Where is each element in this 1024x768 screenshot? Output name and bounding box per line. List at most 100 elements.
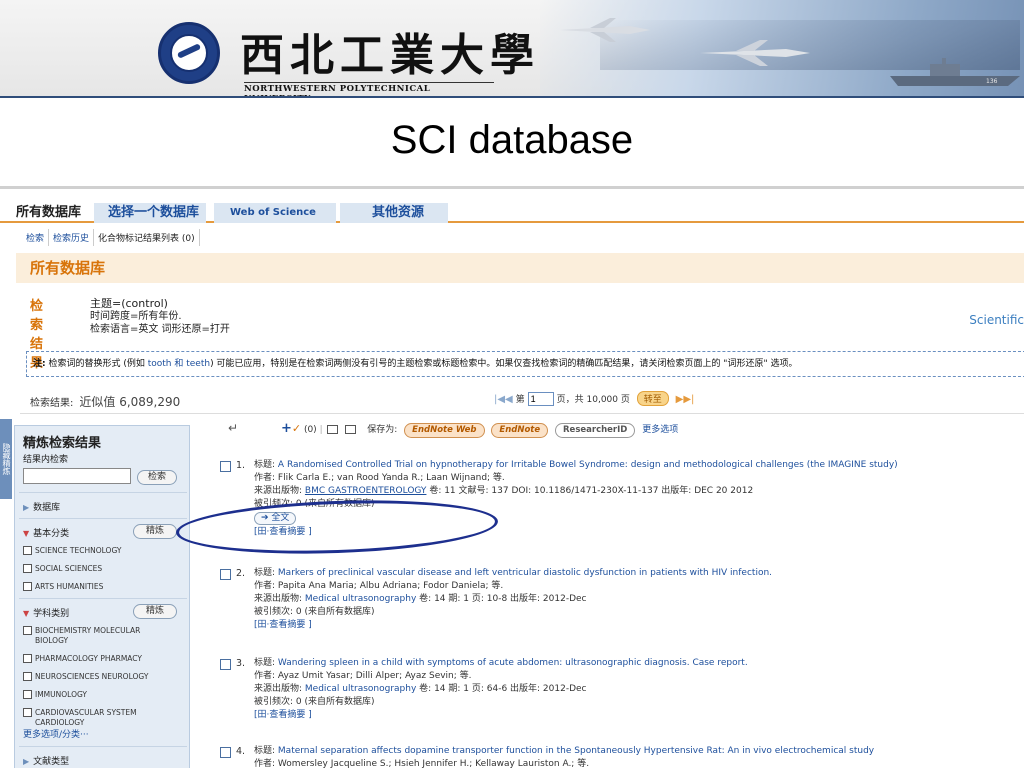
filter-checkbox-item[interactable]: BIOCHEMISTRY MOLECULAR BIOLOGY — [23, 626, 183, 646]
compound-marked-list-link[interactable]: 化合物标记结果列表 (0) — [94, 229, 200, 246]
filter-checkbox-item[interactable]: IMMUNOLOGY — [23, 690, 183, 700]
search-within-button[interactable]: 检索 — [137, 470, 177, 485]
checkbox[interactable] — [23, 654, 32, 663]
checkbox[interactable] — [23, 626, 32, 635]
record-title-link[interactable]: A Randomised Controlled Trial on hypnoth… — [278, 460, 898, 470]
first-page-icon[interactable]: |◀◀ — [494, 394, 513, 405]
authors-label: 作者: — [254, 581, 276, 591]
jet-icon — [700, 40, 810, 66]
divider — [19, 746, 187, 747]
collapse-arrow-icon: ▼ — [23, 609, 30, 618]
note-text: 检索词的替换形式 (例如 — [45, 359, 148, 369]
record-title-link[interactable]: Markers of preclinical vascular disease … — [278, 568, 772, 578]
source-label: 来源出版物: — [254, 594, 303, 604]
checkbox[interactable] — [23, 672, 32, 681]
record-authors: Papita Ana Maria; Albu Adriana; Fodor Da… — [277, 581, 504, 591]
checkbox[interactable] — [23, 690, 32, 699]
researcherid-button[interactable]: ResearcherID — [555, 423, 636, 438]
banner-divider — [0, 96, 1024, 98]
filter-label: ARTS HUMANITIES — [35, 582, 104, 591]
search-link[interactable]: 检索 — [22, 229, 50, 246]
title-label: 标题: — [254, 460, 276, 470]
query-text: 主题=(control) — [90, 297, 168, 310]
expand-arrow-icon: ▶ — [23, 757, 30, 766]
database-section[interactable]: ▶ 数据库 — [23, 500, 60, 513]
more-options-link[interactable]: 更多选项/分类··· — [23, 730, 183, 740]
checkbox[interactable] — [23, 564, 32, 573]
record-details: 卷: 14 期: 1 页: 10-8 出版年: 2012-Dec — [419, 594, 587, 604]
divider — [19, 518, 187, 519]
record-source-link[interactable]: Medical ultrasonography — [305, 684, 416, 694]
add-marked-icon[interactable]: + — [281, 421, 292, 436]
filter-label: SCIENCE TECHNOLOGY — [35, 546, 122, 555]
university-name-cn: 西北工業大學 — [240, 30, 540, 81]
page-number-input[interactable] — [527, 392, 554, 406]
filter-checkbox-item[interactable]: NEUROSCIENCES NEUROLOGY — [23, 672, 183, 682]
divider — [19, 492, 187, 493]
note-example: tooth 和 teeth — [147, 359, 211, 369]
tab-web-of-science[interactable]: Web of Science — [214, 203, 336, 223]
endnote-button[interactable]: EndNote — [491, 423, 549, 438]
record-authors: Ayaz Umit Yasar; Dilli Alper; Ayaz Sevin… — [277, 671, 472, 681]
collapse-arrow-icon: ▼ — [23, 529, 30, 538]
more-options-link[interactable]: 更多选项 — [642, 425, 678, 435]
check-icon: ✓ — [291, 422, 302, 435]
record-number: 2. — [236, 568, 246, 579]
pager: |◀◀ 第 页，共 10,000 页 转至 ▶▶| — [494, 391, 694, 406]
tab-other-resources[interactable]: 其他资源 — [340, 203, 448, 223]
tab-select-database[interactable]: 选择一个数据库 — [94, 203, 206, 223]
go-page-button[interactable]: 转至 — [636, 391, 669, 406]
refine-button[interactable]: 精炼 — [133, 604, 177, 619]
divider — [20, 413, 1024, 414]
endnote-web-button[interactable]: EndNote Web — [404, 423, 485, 438]
slide-title: SCI database — [390, 118, 634, 162]
record-number: 1. — [236, 460, 246, 471]
warship-icon: 136 — [890, 58, 1020, 86]
language-text: 检索语言=英文 词形还原=打开 — [90, 324, 230, 335]
sort-arrow-icon[interactable]: ↵ — [228, 421, 238, 435]
basic-category-section[interactable]: ▼ 基本分类 — [23, 526, 69, 539]
print-icon[interactable] — [327, 425, 339, 434]
filter-label: BIOCHEMISTRY MOLECULAR BIOLOGY — [35, 626, 141, 645]
hide-refine-tab[interactable]: 隐藏精炼 — [0, 419, 12, 499]
filter-checkbox-item[interactable]: CARDIOVASCULAR SYSTEM CARDIOLOGY — [23, 708, 183, 728]
record-source-link[interactable]: BMC GASTROENTEROLOGY — [305, 486, 427, 496]
refine-title: 精炼检索结果 — [23, 436, 102, 451]
filter-checkbox-item[interactable]: PHARMACOLOGY PHARMACY — [23, 654, 183, 664]
title-label: 标题: — [254, 568, 276, 578]
panel-title: 所有数据库 — [16, 253, 1024, 283]
title-label: 标题: — [254, 658, 276, 668]
filter-checkbox-item[interactable]: SOCIAL SCIENCES — [23, 564, 183, 574]
search-history-link[interactable]: 检索历史 — [49, 229, 95, 246]
filter-checkbox-item[interactable]: ARTS HUMANITIES — [23, 582, 183, 592]
checkbox[interactable] — [23, 582, 32, 591]
search-within-input[interactable] — [23, 468, 131, 484]
filter-label: SOCIAL SCIENCES — [35, 564, 103, 573]
result-count: 检索结果: 近似值 6,089,290 — [30, 393, 180, 410]
page-prefix: 第 — [515, 395, 525, 405]
record-source-link[interactable]: Medical ultrasonography — [305, 594, 416, 604]
record-authors: Womersley Jacqueline S.; Hsieh Jennifer … — [277, 759, 590, 768]
checkbox[interactable] — [23, 708, 32, 717]
filter-checkbox-item[interactable]: SCIENCE TECHNOLOGY — [23, 546, 183, 556]
email-icon[interactable] — [345, 425, 357, 434]
record-checkbox[interactable] — [220, 659, 231, 670]
view-abstract-link[interactable]: [田·查看摘要 ] — [254, 619, 1024, 632]
checkbox[interactable] — [23, 546, 32, 555]
record-checkbox[interactable] — [220, 747, 231, 758]
record-cited: 被引频次: 0 (来自所有数据库) — [254, 697, 375, 707]
view-abstract-link[interactable]: [田·查看摘要 ] — [254, 709, 1024, 722]
next-page-icon[interactable]: ▶▶| — [676, 394, 695, 405]
refine-button[interactable]: 精炼 — [133, 524, 177, 539]
filter-label: CARDIOVASCULAR SYSTEM CARDIOLOGY — [35, 708, 137, 727]
count-label: 检索结果: — [30, 398, 74, 409]
doctype-section[interactable]: ▶ 文献类型 — [23, 754, 69, 767]
subject-category-section[interactable]: ▼ 学科类别 — [23, 606, 69, 619]
tab-all-databases[interactable]: 所有数据库 — [16, 203, 81, 223]
filter-label: IMMUNOLOGY — [35, 690, 87, 699]
record-title-link[interactable]: Wandering spleen in a child with symptom… — [278, 658, 748, 668]
record-title-link[interactable]: Maternal separation affects dopamine tra… — [278, 746, 874, 756]
record-checkbox[interactable] — [220, 569, 231, 580]
record-checkbox[interactable] — [220, 461, 231, 472]
record-authors: Flik Carla E.; van Rood Yanda R.; Laan W… — [277, 473, 505, 483]
